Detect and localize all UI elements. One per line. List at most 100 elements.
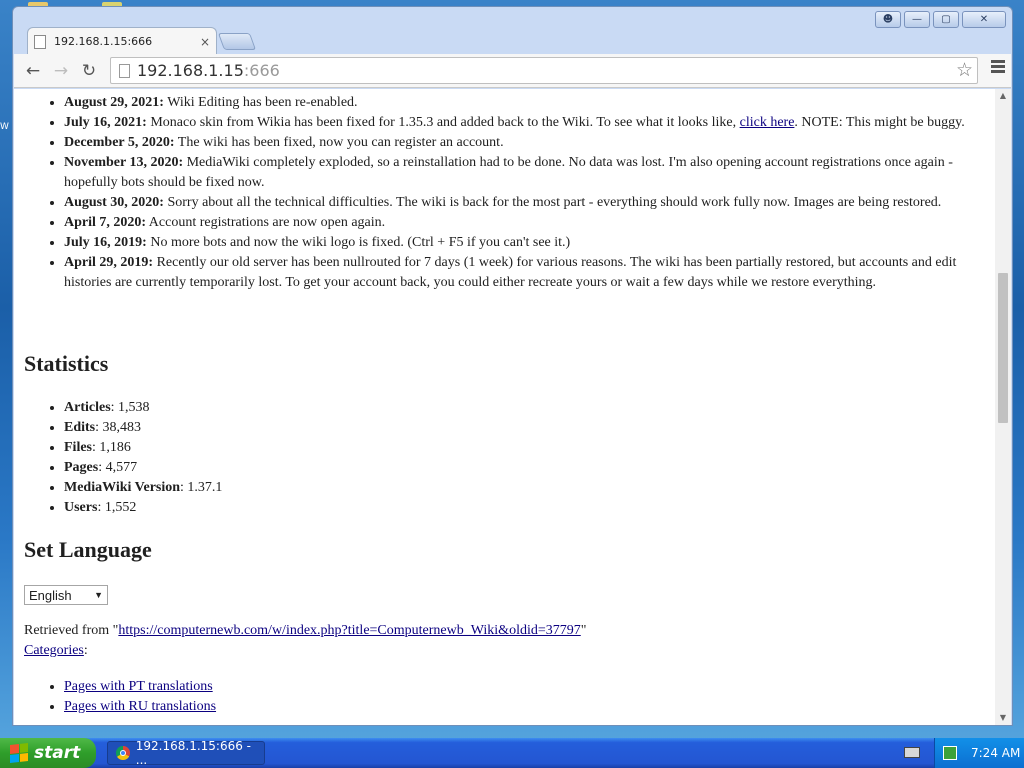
maximize-button[interactable]: ▢: [933, 11, 959, 28]
news-text: Wiki Editing has been re-enabled.: [163, 95, 358, 110]
vertical-scrollbar[interactable]: ▲ ▼: [995, 89, 1011, 725]
click-here-link[interactable]: click here: [740, 115, 795, 130]
list-item: November 13, 2020: MediaWiki completely …: [64, 153, 989, 193]
list-item: August 30, 2020: Sorry about all the tec…: [64, 193, 989, 213]
taskbar-item-label: 192.168.1.15:666 - ...: [135, 739, 251, 767]
news-date: July 16, 2019:: [64, 235, 147, 250]
url-text[interactable]: 192.168.1.15:666: [137, 61, 280, 80]
stat-value: : 4,577: [98, 460, 138, 475]
news-date: April 7, 2020:: [64, 215, 147, 230]
category-link-pt[interactable]: Pages with PT translations: [64, 679, 213, 694]
minimize-button[interactable]: —: [904, 11, 930, 28]
retrieved-suffix: ": [580, 623, 587, 638]
stat-value: : 1,186: [92, 440, 131, 455]
tab-close-icon[interactable]: ×: [200, 35, 210, 49]
page-content: August 29, 2021: Wiki Editing has been r…: [14, 89, 995, 725]
bookmark-star-icon[interactable]: ☆: [956, 59, 973, 81]
statistics-heading: Statistics: [24, 351, 109, 376]
category-list: Pages with PT translations Pages with RU…: [14, 677, 216, 717]
categories-line: Categories:: [24, 641, 88, 661]
retrieved-from: Retrieved from "https://computernewb.com…: [24, 621, 586, 641]
stat-label: Articles: [64, 400, 111, 415]
news-text: MediaWiki completely exploded, so a rein…: [64, 155, 953, 190]
news-text: . NOTE: This might be buggy.: [794, 115, 965, 130]
start-button[interactable]: start: [0, 738, 96, 768]
taskbar: start 192.168.1.15:666 - ... 7:24 AM: [0, 738, 1024, 768]
stat-label: Pages: [64, 460, 99, 475]
stat-label: Users: [64, 500, 98, 515]
back-arrow-icon[interactable]: ←: [22, 61, 44, 81]
taskbar-item-browser[interactable]: 192.168.1.15:666 - ...: [107, 739, 265, 767]
stat-item: Edits: 38,483: [64, 418, 222, 438]
stat-label: Files: [64, 440, 92, 455]
window-controls: ☻ — ▢ ✕: [875, 11, 1006, 28]
stat-label: Edits: [64, 420, 96, 435]
user-profile-icon[interactable]: ☻: [875, 11, 901, 28]
category-link-ru[interactable]: Pages with RU translations: [64, 699, 216, 714]
system-tray: 7:24 AM: [934, 738, 1024, 768]
new-tab-button[interactable]: [217, 33, 257, 50]
list-item: April 29, 2019: Recently our old server …: [64, 253, 989, 293]
start-label: start: [34, 743, 81, 763]
list-item: Pages with RU translations: [64, 697, 216, 717]
stat-value: : 1,538: [110, 400, 150, 415]
list-item: April 7, 2020: Account registrations are…: [64, 213, 989, 233]
stat-item: Users: 1,552: [64, 498, 222, 518]
stat-label: MediaWiki Version: [64, 480, 181, 495]
browser-menu-icon[interactable]: [991, 60, 1005, 75]
browser-window: ☻ — ▢ ✕ 192.168.1.15:666 × ← → ↻ 192.168…: [12, 6, 1013, 726]
news-text: No more bots and now the wiki logo is fi…: [146, 235, 571, 250]
clock[interactable]: 7:24 AM: [971, 746, 1020, 760]
browser-toolbar: ← → ↻ 192.168.1.15:666 ☆: [14, 54, 1011, 88]
network-icon[interactable]: [943, 746, 957, 760]
news-text: Recently our old server has been nullrou…: [64, 255, 957, 290]
list-item: July 16, 2021: Monaco skin from Wikia ha…: [64, 113, 989, 133]
categories-colon: :: [83, 643, 88, 658]
retrieved-prefix: Retrieved from ": [24, 623, 119, 638]
stat-item: MediaWiki Version: 1.37.1: [64, 478, 222, 498]
forward-arrow-icon[interactable]: →: [50, 61, 72, 81]
news-date: July 16, 2021:: [64, 115, 147, 130]
stat-item: Files: 1,186: [64, 438, 222, 458]
list-item: July 16, 2019: No more bots and now the …: [64, 233, 989, 253]
language-select[interactable]: English ▼: [24, 585, 108, 605]
list-item: Pages with PT translations: [64, 677, 216, 697]
stat-item: Articles: 1,538: [64, 398, 222, 418]
desktop-icon-label: W: [0, 122, 9, 132]
news-text: Monaco skin from Wikia has been fixed fo…: [146, 115, 740, 130]
news-text: The wiki has been fixed, now you can reg…: [174, 135, 504, 150]
news-date: April 29, 2019:: [64, 255, 154, 270]
stat-value: : 1,552: [97, 500, 137, 515]
browser-tab[interactable]: 192.168.1.15:666 ×: [27, 27, 217, 55]
stat-value: : 1.37.1: [180, 480, 223, 495]
language-selected-value: English: [29, 587, 72, 603]
scroll-down-arrow-icon[interactable]: ▼: [995, 711, 1011, 725]
stat-item: Pages: 4,577: [64, 458, 222, 478]
close-window-button[interactable]: ✕: [962, 11, 1006, 28]
windows-logo-icon: [10, 743, 28, 763]
dropdown-caret-icon: ▼: [94, 590, 103, 600]
news-list: August 29, 2021: Wiki Editing has been r…: [14, 93, 989, 293]
address-bar[interactable]: 192.168.1.15:666 ☆: [110, 57, 978, 84]
list-item: December 5, 2020: The wiki has been fixe…: [64, 133, 989, 153]
chrome-icon: [116, 746, 130, 760]
scrollbar-thumb[interactable]: [998, 273, 1008, 423]
statistics-list: Articles: 1,538 Edits: 38,483 Files: 1,1…: [14, 398, 222, 518]
page-favicon-icon: [34, 34, 46, 49]
url-port: :666: [243, 61, 280, 80]
page-icon: [119, 64, 130, 78]
stat-value: : 38,483: [95, 420, 142, 435]
keyboard-icon[interactable]: [904, 747, 920, 758]
news-text: Sorry about all the technical difficulti…: [163, 195, 942, 210]
retrieved-link[interactable]: https://computernewb.com/w/index.php?tit…: [118, 623, 580, 638]
reload-icon[interactable]: ↻: [78, 61, 100, 81]
list-item: August 29, 2021: Wiki Editing has been r…: [64, 93, 989, 113]
news-date: December 5, 2020:: [64, 135, 175, 150]
scroll-up-arrow-icon[interactable]: ▲: [995, 89, 1011, 103]
news-date: August 29, 2021:: [64, 95, 164, 110]
news-date: August 30, 2020:: [64, 195, 164, 210]
tab-title: 192.168.1.15:666: [54, 35, 153, 48]
set-language-heading: Set Language: [24, 537, 152, 562]
url-host: 192.168.1.15: [137, 61, 244, 80]
categories-link[interactable]: Categories: [24, 643, 84, 658]
